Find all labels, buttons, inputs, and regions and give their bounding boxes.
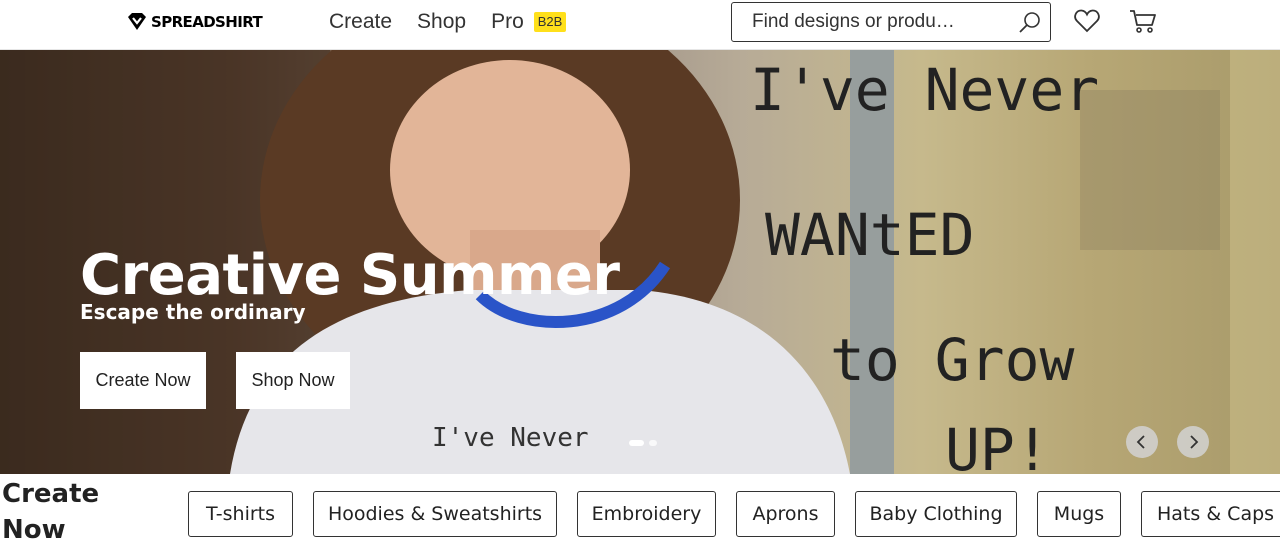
nav-shop[interactable]: Shop (417, 8, 466, 36)
carousel-dot-1[interactable] (629, 440, 644, 446)
carousel-dot-2[interactable] (649, 440, 657, 446)
b2b-badge: B2B (533, 12, 567, 32)
category-hats-caps[interactable]: Hats & Caps (1141, 491, 1280, 537)
logo-text: SPREADSHIRT (151, 13, 263, 31)
wall-text-line-2: WANtED (765, 201, 975, 269)
hero-subtitle: Escape the ordinary (80, 300, 306, 324)
category-tshirts[interactable]: T-shirts (188, 491, 293, 537)
wall-text-line-1: I've Never (750, 56, 1099, 124)
category-baby-clothing[interactable]: Baby Clothing (855, 491, 1017, 537)
carousel-dots (629, 440, 657, 446)
logo-icon (128, 13, 146, 30)
search-input[interactable] (752, 11, 1002, 33)
spreadshirt-logo[interactable]: SPREADSHIRT (127, 11, 263, 33)
nav-pro[interactable]: Pro B2B (491, 8, 567, 36)
carousel-next-button[interactable] (1177, 426, 1209, 458)
shop-now-button[interactable]: Shop Now (236, 352, 350, 409)
site-header: SPREADSHIRT Create Shop Pro B2B (0, 0, 1280, 50)
category-hoodies-sweatshirts[interactable]: Hoodies & Sweatshirts (313, 491, 557, 537)
create-now-button[interactable]: Create Now (80, 352, 206, 409)
hero-banner: I've Never I've Never WANtED to Grow UP!… (0, 50, 1280, 474)
nav-pro-label: Pro (491, 10, 524, 33)
chevron-left-icon (1136, 435, 1145, 449)
chevron-right-icon (1190, 435, 1199, 449)
main-nav: Create Shop Pro B2B (329, 8, 567, 36)
search-icon[interactable] (1018, 11, 1042, 35)
carousel-prev-button[interactable] (1126, 426, 1158, 458)
category-embroidery[interactable]: Embroidery (577, 491, 716, 537)
wall-text-line-4: UP! (945, 416, 1050, 474)
heart-icon[interactable] (1074, 9, 1100, 33)
wall-text-line-3: to Grow (830, 326, 1075, 394)
create-now-categories: Create Now T-shirts Hoodies & Sweatshirt… (0, 474, 1280, 552)
category-aprons[interactable]: Aprons (736, 491, 835, 537)
cart-icon[interactable] (1129, 9, 1157, 35)
categories-title: Create Now (2, 479, 100, 545)
category-mugs[interactable]: Mugs (1037, 491, 1121, 537)
nav-create[interactable]: Create (329, 8, 392, 36)
hero-title: Creative Summer (80, 243, 620, 308)
shirt-text: I've Never (432, 423, 589, 453)
search-box (731, 2, 1051, 42)
